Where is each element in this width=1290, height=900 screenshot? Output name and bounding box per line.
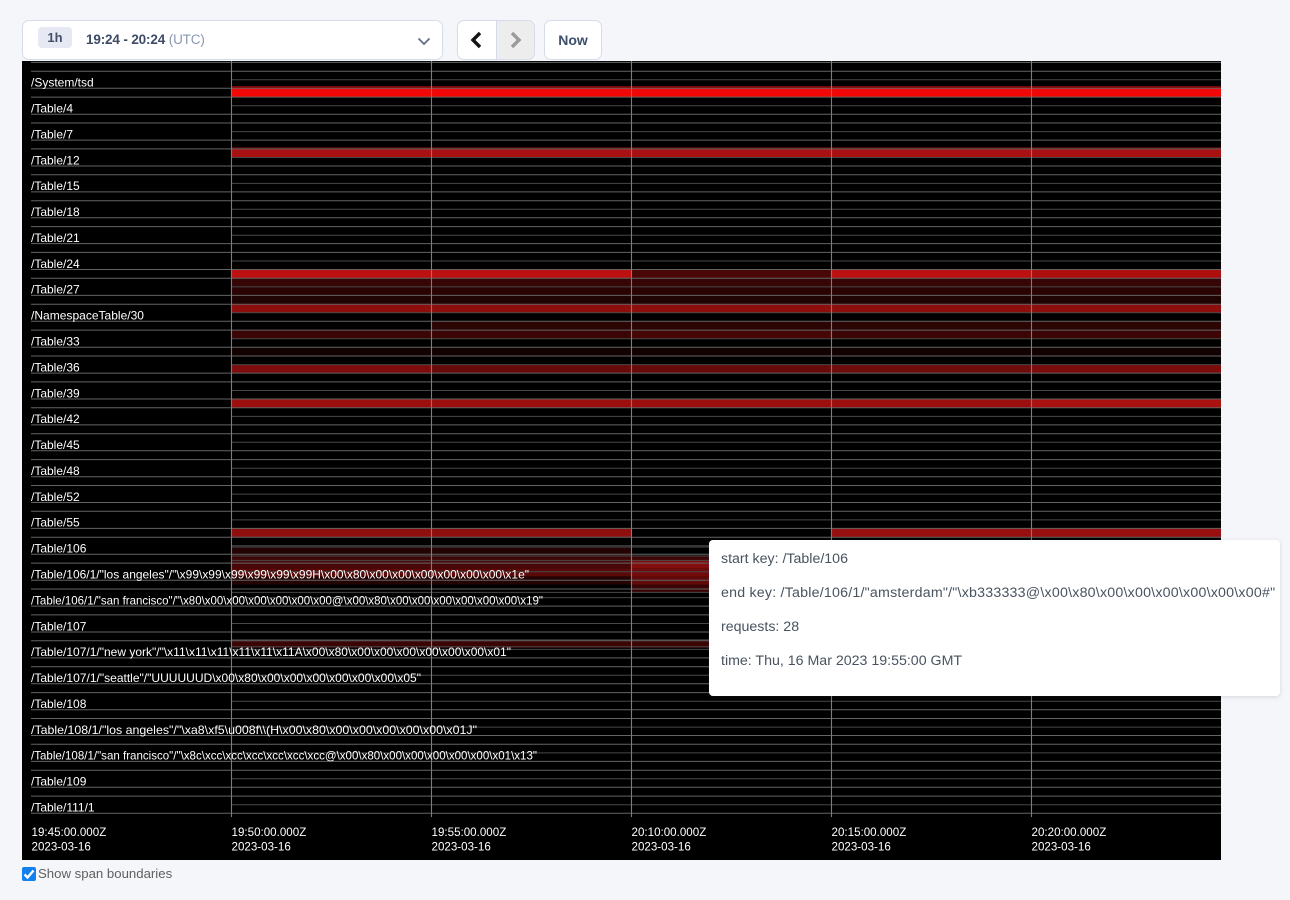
svg-text:/Table/39: /Table/39: [31, 386, 80, 400]
svg-text:/System/tsd: /System/tsd: [31, 76, 94, 90]
svg-text:2023-03-16: 2023-03-16: [832, 841, 891, 854]
svg-text:/Table/108/1/"san francisco"/": /Table/108/1/"san francisco"/"\x8c\xcc\x…: [31, 749, 537, 763]
svg-text:/Table/52: /Table/52: [31, 490, 80, 504]
svg-text:20:20:00.000Z: 20:20:00.000Z: [1032, 826, 1107, 839]
svg-text:/Table/106/1/"san francisco"/": /Table/106/1/"san francisco"/"\x80\x00\x…: [31, 593, 543, 607]
svg-text:/Table/42: /Table/42: [31, 412, 80, 426]
svg-text:2023-03-16: 2023-03-16: [432, 841, 491, 854]
svg-text:/Table/108: /Table/108: [31, 697, 87, 711]
svg-text:20:15:00.000Z: 20:15:00.000Z: [832, 826, 907, 839]
svg-text:/Table/18: /Table/18: [31, 205, 80, 219]
svg-text:/Table/12: /Table/12: [31, 153, 80, 167]
svg-text:/Table/111/1: /Table/111/1: [31, 801, 95, 815]
svg-text:2023-03-16: 2023-03-16: [32, 841, 91, 854]
svg-text:/Table/109: /Table/109: [31, 775, 87, 789]
svg-text:/Table/4: /Table/4: [31, 102, 73, 116]
svg-text:/Table/15: /Table/15: [31, 179, 80, 193]
svg-text:/Table/33: /Table/33: [31, 335, 80, 349]
svg-text:19:50:00.000Z: 19:50:00.000Z: [232, 826, 307, 839]
svg-text:2023-03-16: 2023-03-16: [232, 841, 291, 854]
svg-text:/Table/107/1/"seattle"/"UUUUUU: /Table/107/1/"seattle"/"UUUUUUD\x00\x80\…: [31, 671, 421, 685]
svg-text:/Table/107/1/"new york"/"\x11\: /Table/107/1/"new york"/"\x11\x11\x11\x1…: [31, 645, 511, 659]
svg-text:/Table/27: /Table/27: [31, 283, 80, 297]
svg-text:/Table/55: /Table/55: [31, 516, 80, 530]
svg-text:/Table/7: /Table/7: [31, 127, 73, 141]
svg-text:/Table/108/1/"los angeles"/"\x: /Table/108/1/"los angeles"/"\xa8\xf5\u00…: [31, 723, 477, 737]
svg-text:/Table/106: /Table/106: [31, 542, 87, 556]
svg-text:/Table/107: /Table/107: [31, 619, 87, 633]
svg-text:19:45:00.000Z: 19:45:00.000Z: [32, 826, 107, 839]
svg-text:19:55:00.000Z: 19:55:00.000Z: [432, 826, 507, 839]
svg-text:20:10:00.000Z: 20:10:00.000Z: [632, 826, 707, 839]
svg-text:/NamespaceTable/30: /NamespaceTable/30: [31, 309, 144, 323]
svg-text:/Table/21: /Table/21: [31, 231, 80, 245]
svg-text:2023-03-16: 2023-03-16: [1032, 841, 1091, 854]
svg-text:/Table/24: /Table/24: [31, 257, 80, 271]
svg-text:2023-03-16: 2023-03-16: [632, 841, 691, 854]
svg-text:/Table/48: /Table/48: [31, 464, 80, 478]
svg-text:/Table/106/1/"los angeles"/"\x: /Table/106/1/"los angeles"/"\x99\x99\x99…: [31, 568, 529, 582]
svg-text:/Table/36: /Table/36: [31, 360, 80, 374]
svg-text:/Table/45: /Table/45: [31, 438, 80, 452]
